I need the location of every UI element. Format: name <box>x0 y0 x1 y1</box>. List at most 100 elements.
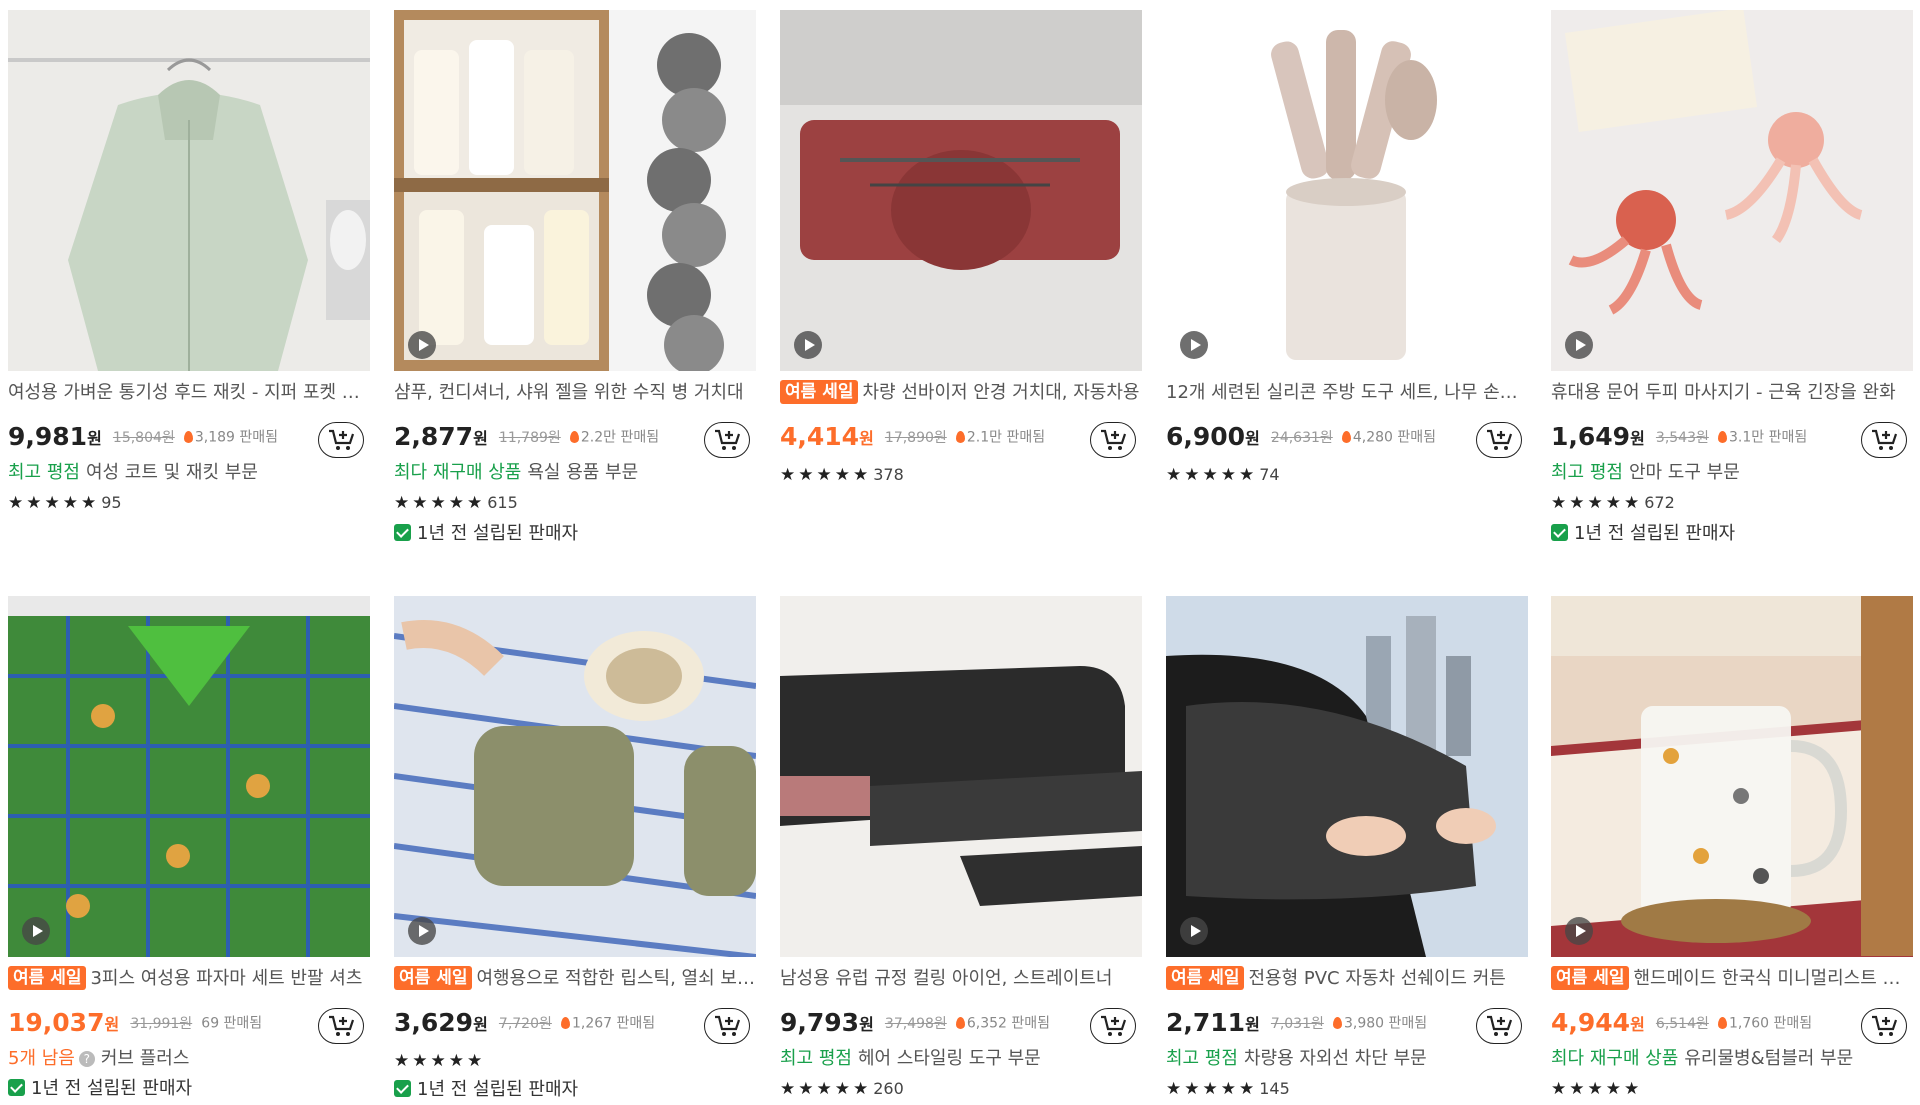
video-play-icon[interactable] <box>1565 331 1593 359</box>
add-to-cart-button[interactable] <box>1090 1008 1136 1044</box>
rating-count: 95 <box>101 493 122 512</box>
sold-count: 3,980 판매됨 <box>1343 1015 1428 1032</box>
seller-info: 1년 전 설립된 판매자 <box>8 1074 192 1104</box>
product-card[interactable]: 샴푸, 컨디셔너, 샤워 젤을 위한 수직 병 거치대 2,877원 11,78… <box>394 10 756 544</box>
cart-plus-icon <box>1872 1015 1898 1036</box>
product-card[interactable]: 여름 세일 차량 선바이저 안경 거치대, 자동차용 4,414원 17,890원… <box>780 10 1142 485</box>
seller-info: 1년 전 설립된 판매자 <box>1551 519 1735 549</box>
product-title[interactable]: 12개 세련된 실리콘 주방 도구 세트, 나무 손잡이 <box>1166 379 1528 407</box>
product-title[interactable]: 샴푸, 컨디셔너, 샤워 젤을 위한 수직 병 거치대 <box>394 379 756 407</box>
product-image[interactable] <box>394 596 756 957</box>
product-title[interactable]: 여름 세일핸드메이드 한국식 미니멀리스트 유리 머그 <box>1551 965 1913 993</box>
sold-count: 4,280 판매됨 <box>1352 429 1437 446</box>
add-to-cart-button[interactable] <box>1476 422 1522 458</box>
category-label[interactable]: 욕실 용품 부문 <box>527 462 638 483</box>
currency: 원 <box>473 1014 488 1034</box>
video-play-icon[interactable] <box>794 331 822 359</box>
category-label[interactable]: 헤어 스타일링 도구 부문 <box>858 1048 1041 1069</box>
glass-mug-photo <box>1551 596 1913 957</box>
currency: 원 <box>1630 1014 1645 1034</box>
badge-top-rated: 최고 평점 <box>780 1048 852 1069</box>
cart-plus-icon <box>1487 429 1513 450</box>
product-image[interactable] <box>780 10 1142 371</box>
product-card[interactable]: 12개 세련된 실리콘 주방 도구 세트, 나무 손잡이 6,900원 24,6… <box>1166 10 1528 485</box>
product-card[interactable]: 남성용 유럽 규정 컬링 아이언, 스트레이트너 9,793원 37,498원 … <box>780 596 1142 1099</box>
sold-count: 2.2만 판매됨 <box>580 429 660 446</box>
rating: ★★★★★ 672 <box>1551 489 1675 517</box>
product-title[interactable]: 여름 세일 전용형 PVC 자동차 선쉐이드 커튼 <box>1166 965 1528 993</box>
category-label[interactable]: 안마 도구 부문 <box>1629 462 1740 483</box>
video-play-icon[interactable] <box>1180 917 1208 945</box>
product-card[interactable]: 휴대용 문어 두피 마사지기 - 근육 긴장을 완화 1,649원 3,543원… <box>1551 10 1913 544</box>
star-rating-icon: ★★★★★ <box>1166 465 1258 485</box>
category-label[interactable]: 유리물병&텀블러 부문 <box>1684 1048 1853 1069</box>
rating: ★★★★★ 615 <box>394 489 518 517</box>
rating: ★★★★★ 74 <box>1166 461 1280 489</box>
price: 19,037 <box>8 1008 105 1037</box>
car-sunshade-photo <box>1166 596 1528 957</box>
video-play-icon[interactable] <box>22 917 50 945</box>
product-card[interactable]: 여름 세일 3피스 여성용 파자마 세트 반팔 셔츠 19,037원 31,991… <box>8 596 370 1099</box>
product-image[interactable] <box>8 596 370 957</box>
fire-icon <box>560 1016 570 1029</box>
category-label[interactable]: 여성 코트 및 재킷 부문 <box>86 462 258 483</box>
star-rating-icon: ★★★★★ <box>394 1051 486 1071</box>
product-card[interactable]: 여름 세일핸드메이드 한국식 미니멀리스트 유리 머그 4,944원 6,514… <box>1551 596 1913 1099</box>
price-row: 9,981원 15,804원 3,189 판매됨 <box>8 422 370 458</box>
currency: 원 <box>87 428 102 448</box>
add-to-cart-button[interactable] <box>1861 1008 1907 1044</box>
seller-label: 1년 전 설립된 판매자 <box>417 523 579 544</box>
product-image[interactable] <box>8 10 370 371</box>
product-title[interactable]: 휴대용 문어 두피 마사지기 - 근육 긴장을 완화 <box>1551 379 1913 407</box>
add-to-cart-button[interactable] <box>1090 422 1136 458</box>
sold-count: 6,352 판매됨 <box>966 1015 1051 1032</box>
badge-most-repurchased: 최다 재구매 상품 <box>394 462 522 483</box>
product-image[interactable] <box>394 10 756 371</box>
product-card[interactable]: 여성용 가벼운 통기성 후드 재킷 - 지퍼 포켓 포함 9,981원 15,8… <box>8 10 370 513</box>
product-image[interactable] <box>1166 10 1528 371</box>
silicone-utensil-set-photo <box>1166 10 1528 371</box>
sold-count: 1,760 판매됨 <box>1728 1015 1813 1032</box>
rating-count: 615 <box>487 493 518 512</box>
product-title[interactable]: 남성용 유럽 규정 컬링 아이언, 스트레이트너 <box>780 965 1142 993</box>
price: 1,649 <box>1551 422 1631 451</box>
product-title[interactable]: 여름 세일여행용으로 적합한 립스틱, 열쇠 보관 파우치 <box>394 965 756 993</box>
summer-sale-badge: 여름 세일 <box>1166 966 1245 990</box>
video-play-icon[interactable] <box>408 331 436 359</box>
currency: 원 <box>104 1014 120 1034</box>
verified-seller-icon <box>394 524 411 541</box>
add-to-cart-button[interactable] <box>318 422 364 458</box>
product-image[interactable] <box>1166 596 1528 957</box>
product-title[interactable]: 여성용 가벼운 통기성 후드 재킷 - 지퍼 포켓 포함 <box>8 379 370 407</box>
add-to-cart-button[interactable] <box>704 422 750 458</box>
badge-top-rated: 최고 평점 <box>1551 462 1623 483</box>
video-play-icon[interactable] <box>1180 331 1208 359</box>
seller-label: 1년 전 설립된 판매자 <box>1574 523 1736 544</box>
original-price: 15,804원 <box>112 429 175 446</box>
help-icon[interactable]: ? <box>78 1051 95 1067</box>
rating: ★★★★★ <box>394 1047 487 1075</box>
product-card[interactable]: 여름 세일 전용형 PVC 자동차 선쉐이드 커튼 2,711원 7,031원 3… <box>1166 596 1528 1099</box>
add-to-cart-button[interactable] <box>318 1008 364 1044</box>
add-to-cart-button[interactable] <box>1476 1008 1522 1044</box>
original-price: 11,789원 <box>498 429 561 446</box>
badge-line: 최고 평점 헤어 스타일링 도구 부문 <box>780 1044 1142 1074</box>
rating: ★★★★★ 260 <box>780 1075 904 1103</box>
video-play-icon[interactable] <box>1565 917 1593 945</box>
price-row: 2,877원 11,789원 2.2만 판매됨 <box>394 422 756 458</box>
sold-count: 2.1만 판매됨 <box>966 429 1046 446</box>
store-label[interactable]: 커브 플러스 <box>101 1048 190 1069</box>
product-image[interactable] <box>780 596 1142 957</box>
price-row: 4,414원 17,890원 2.1만 판매됨 <box>780 422 1142 458</box>
product-title[interactable]: 여름 세일 차량 선바이저 안경 거치대, 자동차용 <box>780 379 1142 407</box>
stock-left-badge: 5개 남음 <box>8 1048 75 1069</box>
product-title[interactable]: 여름 세일 3피스 여성용 파자마 세트 반팔 셔츠 <box>8 965 370 993</box>
category-label[interactable]: 차량용 자외선 차단 부문 <box>1244 1048 1427 1069</box>
product-image[interactable] <box>1551 10 1913 371</box>
product-card[interactable]: 여름 세일여행용으로 적합한 립스틱, 열쇠 보관 파우치 3,629원 7,7… <box>394 596 756 1100</box>
fire-icon <box>183 430 193 443</box>
product-image[interactable] <box>1551 596 1913 957</box>
add-to-cart-button[interactable] <box>704 1008 750 1044</box>
video-play-icon[interactable] <box>408 917 436 945</box>
add-to-cart-button[interactable] <box>1861 422 1907 458</box>
